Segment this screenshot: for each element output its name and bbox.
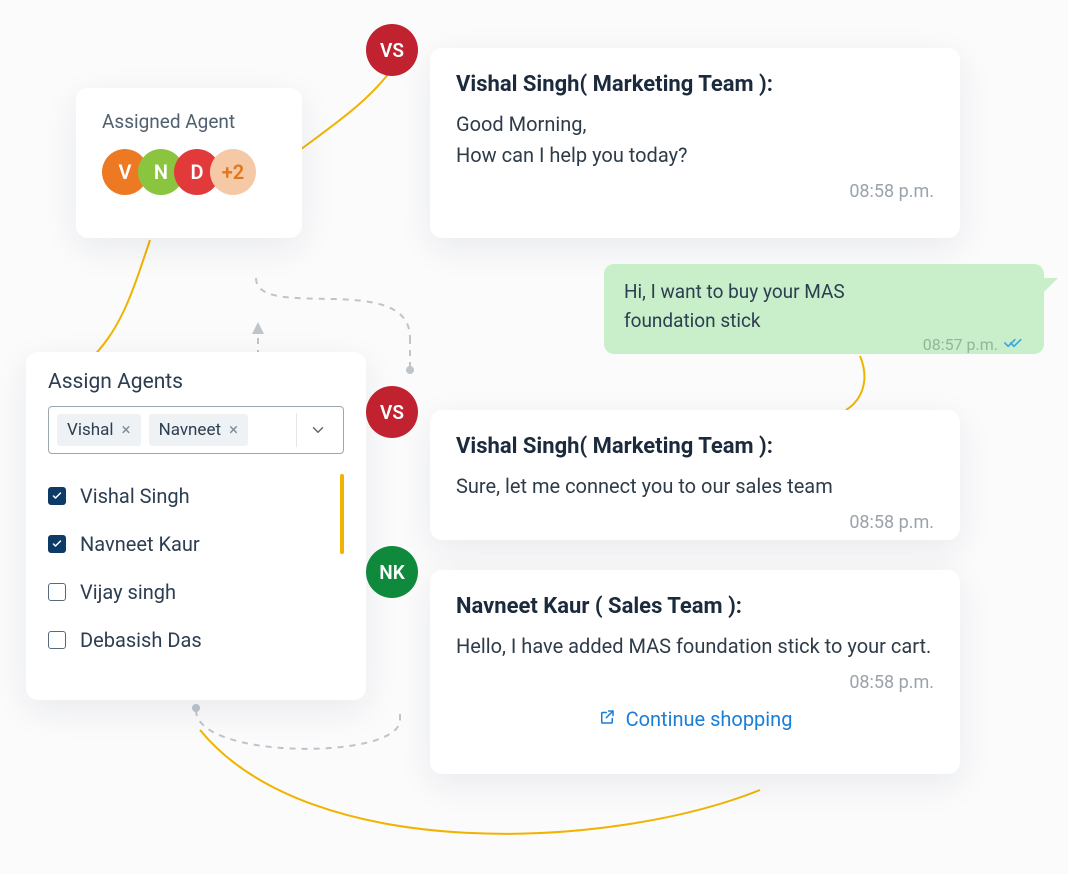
agent-message-3: NK Navneet Kaur ( Sales Team ): Hello, I… [430,570,960,774]
checkbox-unchecked-icon[interactable] [48,631,66,649]
assigned-agent-title: Assigned Agent [102,110,276,133]
message-time: 08:58 p.m. [456,181,934,202]
user-message-line: Hi, I want to buy your MAS [624,278,1024,307]
continue-shopping-label: Continue shopping [626,707,793,731]
message-line: Hello, I have added MAS foundation stick… [456,631,934,662]
chip-vishal[interactable]: Vishal × [57,414,141,446]
avatar-more[interactable]: +2 [210,149,256,195]
user-message-body: Hi, I want to buy your MAS foundation st… [624,278,1024,335]
chip-label: Navneet [159,420,221,440]
chip-remove-icon[interactable]: × [229,420,238,440]
user-message: Hi, I want to buy your MAS foundation st… [604,264,1044,354]
message-line: Good Morning, [456,109,934,140]
message-body: Sure, let me connect you to our sales te… [456,471,934,502]
assign-agents-panel: Assign Agents Vishal × Navneet × Vishal … [26,352,366,700]
user-message-time: 08:57 p.m. [923,335,998,354]
message-line: Sure, let me connect you to our sales te… [456,471,934,502]
sender-name: Navneet Kaur ( Sales Team ): [456,594,934,619]
user-message-line: foundation stick [624,307,1024,336]
message-time: 08:58 p.m. [456,512,934,533]
continue-shopping-link[interactable]: Continue shopping [456,693,934,731]
option-label: Vijay singh [80,580,176,604]
option-label: Navneet Kaur [80,532,200,556]
agent-message-2: VS Vishal Singh( Marketing Team ): Sure,… [430,410,960,540]
option-debasish-das[interactable]: Debasish Das [48,616,344,664]
option-label: Vishal Singh [80,484,190,508]
option-vijay-singh[interactable]: Vijay singh [48,568,344,616]
assign-agents-title: Assign Agents [48,370,344,394]
checkbox-unchecked-icon[interactable] [48,583,66,601]
avatar-vs: VS [366,386,418,438]
message-time: 08:58 p.m. [456,672,934,693]
assigned-avatar-row: V N D +2 [102,149,276,195]
chip-navneet[interactable]: Navneet × [149,414,249,446]
external-link-icon [598,707,616,731]
checkbox-checked-icon[interactable] [48,487,66,505]
avatar-vs: VS [366,24,418,76]
chevron-down-icon[interactable] [309,421,335,439]
assign-multiselect[interactable]: Vishal × Navneet × [48,406,344,454]
sender-name: Vishal Singh( Marketing Team ): [456,72,934,97]
assign-options-list: Vishal Singh Navneet Kaur Vijay singh De… [48,472,344,664]
chip-label: Vishal [67,420,113,440]
checkbox-checked-icon[interactable] [48,535,66,553]
message-line: How can I help you today? [456,140,934,171]
sender-name: Vishal Singh( Marketing Team ): [456,434,934,459]
combo-divider [296,413,297,447]
user-message-footer: 08:57 p.m. [624,335,1024,354]
message-body: Hello, I have added MAS foundation stick… [456,631,934,662]
option-vishal-singh[interactable]: Vishal Singh [48,472,344,520]
message-body: Good Morning, How can I help you today? [456,109,934,171]
chip-remove-icon[interactable]: × [121,420,130,440]
avatar-nk: NK [366,546,418,598]
assigned-agent-card: Assigned Agent V N D +2 [76,88,302,238]
option-label: Debasish Das [80,628,202,652]
double-check-icon [1004,335,1024,354]
agent-message-1: VS Vishal Singh( Marketing Team ): Good … [430,48,960,238]
option-navneet-kaur[interactable]: Navneet Kaur [48,520,344,568]
